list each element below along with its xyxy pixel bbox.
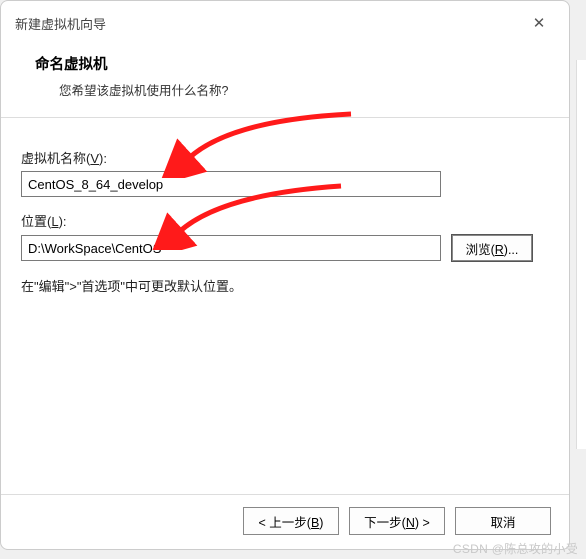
back-prefix: < 上一步(: [259, 516, 311, 530]
vm-name-label-suffix: ):: [99, 151, 107, 166]
vm-name-label-prefix: 虚拟机名称(: [21, 151, 90, 166]
back-button[interactable]: < 上一步(B): [243, 507, 339, 535]
location-label-hotkey: L: [51, 214, 58, 229]
wizard-header: 命名虚拟机 您希望该虚拟机使用什么名称?: [1, 43, 569, 118]
close-button[interactable]: ✕: [521, 9, 557, 37]
vm-name-label: 虚拟机名称(V):: [21, 148, 549, 167]
close-icon: ✕: [533, 14, 546, 32]
cancel-button[interactable]: 取消: [455, 507, 551, 535]
browse-hotkey: R: [495, 243, 504, 257]
vm-name-label-hotkey: V: [90, 151, 99, 166]
vm-name-input[interactable]: [21, 171, 441, 197]
page-title: 命名虚拟机: [35, 53, 545, 74]
location-label-suffix: ):: [59, 214, 67, 229]
browse-suffix: )...: [504, 243, 519, 257]
default-location-note: 在"编辑">"首选项"中可更改默认位置。: [21, 276, 549, 295]
watermark-text: CSDN @陈总攻的小受: [453, 540, 578, 557]
next-prefix: 下一步(: [364, 516, 406, 530]
location-label-prefix: 位置(: [21, 214, 51, 229]
back-suffix: ): [319, 516, 323, 530]
next-hotkey: N: [406, 516, 415, 530]
browse-prefix: 浏览(: [466, 243, 495, 257]
new-vm-wizard-dialog: 新建虚拟机向导 ✕ 命名虚拟机 您希望该虚拟机使用什么名称? 虚拟机名称(V):…: [0, 0, 570, 550]
next-button[interactable]: 下一步(N) >: [349, 507, 445, 535]
browse-button[interactable]: 浏览(R)...: [451, 234, 533, 262]
titlebar: 新建虚拟机向导 ✕: [1, 1, 569, 43]
cancel-label: 取消: [490, 516, 515, 530]
wizard-body: 虚拟机名称(V): 位置(L): 浏览(R)... 在"编辑">"首选项"中可更…: [1, 118, 569, 494]
next-suffix: ) >: [415, 516, 430, 530]
page-subtitle: 您希望该虚拟机使用什么名称?: [35, 80, 545, 99]
location-label: 位置(L):: [21, 211, 549, 230]
annotation-arrow-icon: [161, 108, 361, 178]
location-input[interactable]: [21, 235, 441, 261]
right-edge-decoration: [576, 60, 586, 449]
window-title: 新建虚拟机向导: [15, 14, 106, 33]
